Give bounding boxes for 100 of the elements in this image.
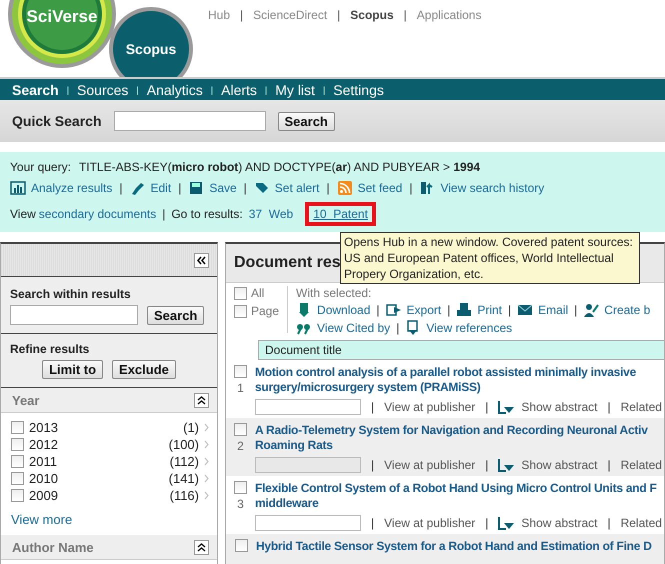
nav-tab[interactable]: Alerts: [221, 82, 257, 98]
facet-item-label: 2013: [29, 420, 58, 435]
logo-product: Scopus: [126, 41, 176, 57]
collapse-icon[interactable]: [194, 252, 209, 268]
facet-item-count: (141): [168, 471, 199, 486]
separator: |: [178, 181, 182, 195]
result-link[interactable]: Related: [620, 400, 662, 414]
collapse-icon[interactable]: [194, 540, 209, 554]
toolbar-link[interactable]: Print: [456, 302, 502, 318]
web-results-link[interactable]: 37 Web: [248, 207, 294, 221]
facet-item-count: (112): [170, 454, 199, 469]
toolbar-link[interactable]: View references: [405, 320, 512, 336]
toolbar-link[interactable]: Download: [296, 302, 370, 318]
top-link[interactable]: Scopus: [350, 8, 394, 22]
tag-field[interactable]: [255, 457, 361, 473]
search-within-label: Search within results: [10, 287, 132, 301]
top-link[interactable]: ScienceDirect: [253, 8, 328, 22]
facet-item-label: 2009: [29, 488, 58, 503]
action-link[interactable]: Save: [188, 180, 237, 196]
row-number: 3: [237, 497, 244, 511]
document-title-link[interactable]: Flexible Control System of a Robot Hand Using Micro Control Units and F middleware: [255, 481, 662, 511]
action-link[interactable]: View search history: [419, 180, 544, 196]
checkbox[interactable]: [234, 423, 247, 436]
with-selected-label: With selected:: [296, 286, 372, 300]
quick-search-field[interactable]: [114, 111, 266, 131]
result-link[interactable]: Related: [620, 458, 662, 472]
top-link[interactable]: Applications: [416, 8, 482, 22]
collapse-icon[interactable]: [194, 392, 209, 408]
secondary-documents-link[interactable]: secondary documents: [38, 207, 156, 221]
separator: |: [574, 303, 578, 317]
search-within-field[interactable]: [10, 305, 138, 325]
toolbar-link[interactable]: Email: [517, 302, 568, 318]
results-heading: Document res: [234, 254, 341, 272]
top-link[interactable]: Hub: [208, 8, 230, 22]
refine-button[interactable]: Exclude: [112, 360, 176, 379]
result-link[interactable]: View at publisher: [384, 516, 476, 530]
checkbox[interactable]: [11, 438, 24, 451]
separator: |: [508, 303, 512, 317]
select-label: All: [251, 286, 264, 300]
search-within-button[interactable]: Search: [147, 306, 204, 324]
tag-field[interactable]: [255, 515, 361, 531]
result-link[interactable]: Show abstract: [498, 458, 598, 472]
result-link[interactable]: Show abstract: [498, 400, 598, 414]
toolbar-link[interactable]: View Cited by: [296, 320, 390, 336]
checkbox[interactable]: [234, 481, 247, 494]
separator: |: [607, 458, 611, 472]
result-link[interactable]: Related: [620, 516, 662, 530]
abstract-icon: [498, 400, 516, 414]
separator: |: [376, 303, 380, 317]
nav-tab[interactable]: Search: [12, 82, 59, 98]
nav-tab[interactable]: Settings: [333, 82, 384, 98]
separator: |: [337, 8, 340, 22]
checkbox[interactable]: [11, 472, 24, 485]
nav-tab[interactable]: My list: [275, 82, 315, 98]
checkbox[interactable]: [11, 455, 24, 468]
patent-results-link[interactable]: 10 Patent: [313, 207, 368, 221]
pen-icon: [130, 180, 146, 196]
action-link[interactable]: Edit: [130, 180, 172, 196]
refine-button[interactable]: Limit to: [42, 360, 104, 379]
person-icon: [583, 302, 600, 318]
action-link[interactable]: Analyze results: [10, 180, 112, 196]
result-link[interactable]: View at publisher: [384, 400, 476, 414]
column-header[interactable]: Document title: [258, 340, 664, 360]
checkbox[interactable]: [11, 421, 24, 434]
printer-icon: [456, 302, 472, 318]
facet-item-label: 2011: [29, 454, 57, 469]
separator: |: [240, 8, 244, 22]
search-button[interactable]: Search: [278, 112, 335, 130]
tag-field[interactable]: [255, 399, 361, 415]
separator: |: [404, 8, 407, 22]
toolbar-link[interactable]: Create b: [583, 302, 650, 318]
document-title-link[interactable]: Motion control analysis of a parallel robot assisted minimally invasive surgery/microsurgery system (PRAMiSS): [255, 365, 662, 395]
toolbar-link[interactable]: Export: [386, 302, 442, 318]
action-link[interactable]: Set feed: [336, 180, 402, 196]
separator: |: [607, 400, 611, 414]
separator: |: [264, 84, 268, 94]
nav-tab[interactable]: Analytics: [146, 82, 203, 98]
quick-search-label: Quick Search: [12, 113, 102, 129]
checkbox[interactable]: [11, 489, 24, 502]
facet-item-count: (1): [183, 420, 199, 435]
document-title-link[interactable]: A Radio-Telemetry System for Navigation and Recording Neuronal Activ Roaming Rats: [255, 423, 662, 453]
result-link[interactable]: Show abstract: [498, 516, 598, 530]
envelope-icon: [517, 302, 534, 318]
checkbox[interactable]: [234, 286, 247, 300]
row-number: 2: [237, 439, 244, 453]
facet-item-label: 2010: [29, 471, 58, 486]
checkbox[interactable]: [234, 304, 247, 318]
separator: |: [409, 181, 412, 195]
separator: |: [485, 458, 488, 472]
separator: |: [485, 400, 488, 414]
view-more-link[interactable]: View more: [11, 512, 209, 527]
bar-chart-icon: [10, 180, 26, 196]
result-link[interactable]: View at publisher: [384, 458, 476, 472]
rss-feed-icon: [336, 180, 353, 196]
checkbox[interactable]: [234, 365, 247, 378]
action-link[interactable]: Set alert: [254, 180, 320, 196]
abstract-icon: [498, 516, 516, 530]
checkbox[interactable]: [234, 539, 248, 552]
separator: |: [162, 207, 166, 221]
nav-tab[interactable]: Sources: [77, 82, 128, 98]
